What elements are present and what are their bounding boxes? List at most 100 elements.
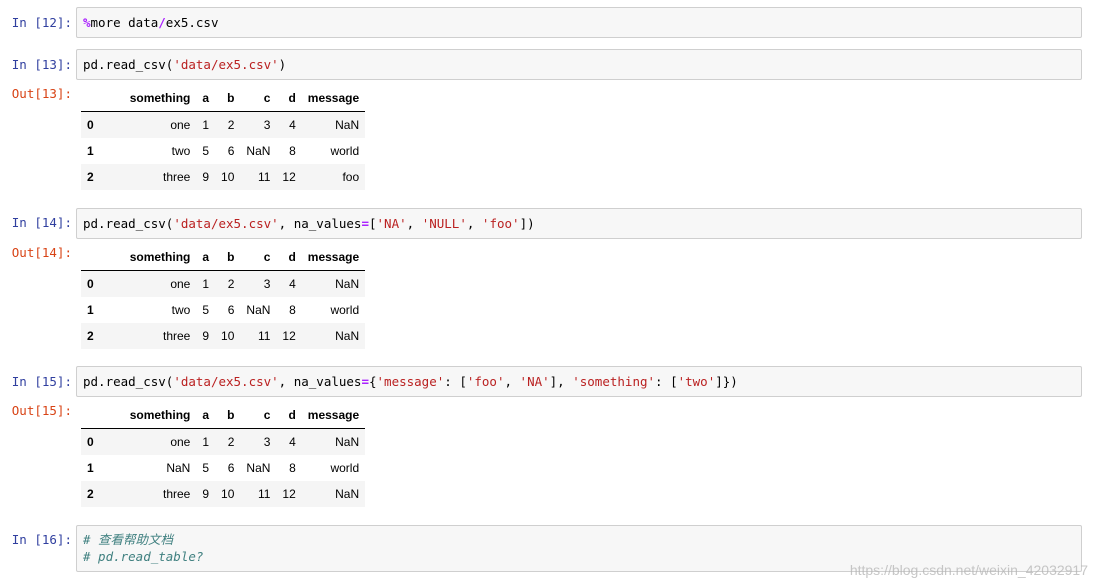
column-header [81,244,124,271]
in-prompt: In [16]: [11,532,72,547]
table-row: 2 three 9 10 11 12 NaN [81,323,366,349]
table-cell: 3 [263,277,271,291]
table-row: 2 three 9 10 11 12 foo [81,164,366,190]
column-header: b [215,85,241,112]
table-cell: NaN [246,461,271,475]
table-cell: three [163,170,191,184]
code-token: 'foo' [481,216,520,231]
table-cell: 2 [227,435,235,449]
table-cell: 6 [227,303,235,317]
code-input[interactable]: pd.read_csv('data/ex5.csv', na_values={'… [76,366,1082,397]
table-header-row: something a b c d message [81,402,366,429]
column-header: a [196,244,216,271]
column-header: a [196,85,216,112]
column-header: d [276,85,302,112]
table-cell: one [170,277,191,291]
watermark: https://blog.csdn.net/weixin_42032917 [849,562,1088,578]
table-cell: 9 [202,487,210,501]
code-token: 'NA' [376,216,407,231]
code-token: pd.read_csv( [83,374,174,389]
code-token: ) [278,57,287,72]
code-line: %more data/ex5.csv [77,14,1081,31]
table-row: 1 two 5 6 NaN 8 world [81,297,365,323]
table-row: 0 one 1 2 3 4 NaN [81,270,366,297]
table-cell: 3 [263,118,271,132]
row-index: 1 [87,461,94,475]
table-cell: 11 [257,170,271,184]
code-line: pd.read_csv('data/ex5.csv') [77,56,1081,73]
code-token: 'data/ex5.csv' [173,57,279,72]
code-token: # pd.read_table? [83,549,204,564]
row-index: 1 [87,144,94,158]
table-cell: one [170,435,191,449]
code-token: # 查看帮助文档 [83,532,174,547]
table-cell: NaN [335,118,360,132]
column-header: b [215,244,241,271]
table-cell: 1 [202,435,210,449]
table-cell: three [163,487,191,501]
in-prompt: In [14]: [11,215,72,230]
code-input[interactable]: pd.read_csv('data/ex5.csv', na_values=['… [76,208,1082,239]
table-cell: 6 [227,144,235,158]
code-token: / [158,15,166,30]
table-cell: 3 [263,435,271,449]
table-row: 1 NaN 5 6 NaN 8 world [81,455,365,481]
code-token: 'foo' [466,374,505,389]
out-prompt: Out[14]: [11,245,72,260]
code-token: more data [90,15,159,30]
table-row: 1 two 5 6 NaN 8 world [81,138,365,164]
table-cell: 2 [227,118,235,132]
code-token: 'two' [677,374,716,389]
table-cell: 10 [221,329,235,343]
row-index: 0 [87,118,94,132]
table-cell: 1 [202,277,210,291]
table-cell: NaN [335,487,360,501]
in-prompt: In [12]: [11,15,72,30]
column-header [81,402,124,429]
code-input[interactable]: pd.read_csv('data/ex5.csv') [76,49,1082,80]
row-index: 0 [87,435,94,449]
table-cell: 6 [227,461,235,475]
code-token: 'something' [572,374,656,389]
table-cell: 8 [289,461,296,475]
column-header: something [123,402,197,429]
row-index: 2 [87,329,94,343]
column-header: something [123,244,197,271]
row-index: 1 [87,303,94,317]
table-cell: 4 [289,277,296,291]
column-header [81,85,124,112]
table-cell: 8 [289,303,296,317]
code-token: , [504,374,520,389]
column-header: something [123,85,197,112]
out-prompt: Out[13]: [11,86,72,101]
table-cell: NaN [246,303,271,317]
table-cell: 12 [282,487,296,501]
column-header: d [276,244,302,271]
code-token: { [369,374,377,389]
column-header: c [240,85,277,112]
table-cell: NaN [246,144,271,158]
table-cell: NaN [335,329,360,343]
table-cell: 5 [202,461,210,475]
table-cell: NaN [335,277,360,291]
code-token: : [ [655,374,678,389]
code-token: ], [549,374,573,389]
dataframe-table: something a b c d message 0 one 1 2 3 4 NaN 1 NaN 5 6 NaN… [81,402,366,507]
table-cell: foo [342,170,360,184]
table-header-row: something a b c d message [81,244,366,271]
column-header: c [240,244,277,271]
code-token: [ [369,216,377,231]
code-token: , [406,216,422,231]
code-token: % [83,15,91,30]
dataframe-table: something a b c d message 0 one 1 2 3 4 NaN 1 two 5 6 NaN… [81,244,366,349]
table-cell: 11 [257,487,271,501]
code-token: ]) [519,216,535,231]
code-input[interactable]: %more data/ex5.csv [76,7,1082,38]
table-cell: three [163,329,191,343]
table-cell: 10 [221,487,235,501]
code-token: = [361,374,369,389]
column-header: message [301,402,366,429]
column-header: c [240,402,277,429]
table-cell: 12 [282,329,296,343]
table-cell: NaN [166,461,191,475]
